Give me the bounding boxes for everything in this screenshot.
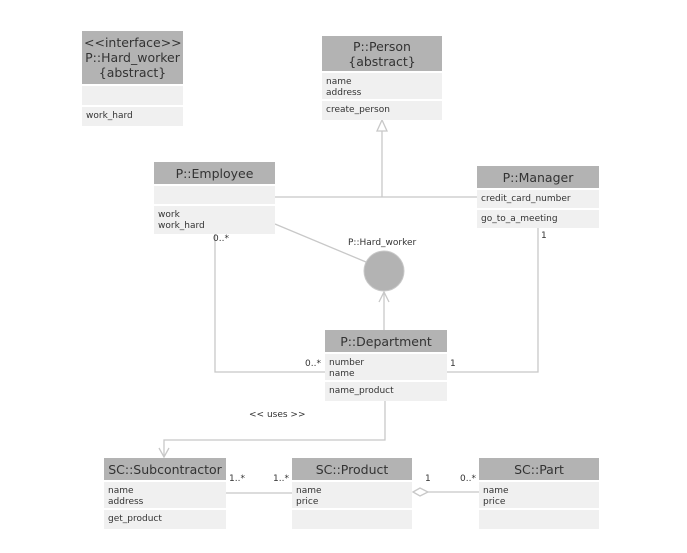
class-department[interactable]: P::Department number name name_product [325, 330, 447, 401]
class-header: SC::Subcontractor [104, 458, 226, 480]
class-modifier: {abstract} [348, 53, 416, 69]
operations-section: name_product [325, 382, 447, 401]
class-name: SC::Part [514, 461, 564, 477]
uses-stereotype-label: << uses >> [249, 410, 306, 420]
uses-dependency-line[interactable] [163, 400, 386, 457]
attribute: name [329, 369, 355, 379]
operation: go_to_a_meeting [481, 214, 558, 224]
attributes-section: name price [479, 482, 599, 508]
class-header: P::Department [325, 330, 447, 352]
class-name: P::Manager [502, 169, 574, 185]
class-manager[interactable]: P::Manager credit_card_number go_to_a_me… [477, 166, 599, 228]
operations-section: work work_hard [154, 206, 275, 234]
class-header: SC::Product [292, 458, 412, 480]
class-name: P::Department [340, 333, 432, 349]
attribute: name [483, 486, 509, 496]
operations-section: work_hard [82, 107, 183, 126]
attributes-section: number name [325, 354, 447, 380]
multiplicity-label: 1 [425, 474, 431, 484]
attributes-section: credit_card_number [477, 190, 599, 208]
multiplicity-label: 1..* [273, 474, 289, 484]
operations-section: create_person [322, 101, 442, 120]
attribute: price [483, 497, 506, 507]
operations-section: get_product [104, 510, 226, 529]
class-header: P::Manager [477, 166, 599, 188]
operation: work_hard [158, 221, 205, 231]
class-name: P::Hard_worker [85, 50, 180, 65]
class-modifier: {abstract} [98, 65, 167, 80]
multiplicity-label: 1..* [229, 474, 245, 484]
multiplicity-label: 1 [450, 359, 456, 369]
class-header: P::Person {abstract} [322, 36, 442, 71]
aggregation-diamond-icon [411, 487, 430, 497]
attributes-section [154, 186, 275, 204]
attributes-section: name price [292, 482, 412, 508]
multiplicity-label: 0..* [305, 359, 321, 369]
operation: work [158, 210, 180, 220]
attribute: name [296, 486, 322, 496]
attribute: credit_card_number [481, 194, 571, 204]
operations-section [292, 510, 412, 529]
attribute: number [329, 358, 365, 368]
interface-lollipop-icon[interactable] [363, 250, 405, 292]
class-stereotype: <<interface>> [84, 35, 182, 50]
class-subcontractor[interactable]: SC::Subcontractor name address get_produ… [104, 458, 226, 529]
class-employee[interactable]: P::Employee work work_hard [154, 162, 275, 234]
multiplicity-label: 0..* [213, 234, 229, 244]
multiplicity-label: 0..* [460, 474, 476, 484]
employee-department-association[interactable] [214, 232, 325, 373]
attribute: address [108, 497, 144, 507]
uml-class-diagram: <<interface>> P::Hard_worker {abstract} … [0, 0, 687, 553]
generalization-arrowhead-icon [375, 118, 389, 132]
class-part[interactable]: SC::Part name price [479, 458, 599, 529]
class-name: SC::Subcontractor [108, 461, 222, 477]
attributes-section: name address [104, 482, 226, 508]
class-product[interactable]: SC::Product name price [292, 458, 412, 529]
attributes-section [82, 86, 183, 105]
class-hard-worker[interactable]: <<interface>> P::Hard_worker {abstract} … [82, 31, 183, 126]
operations-section [479, 510, 599, 529]
multiplicity-label: 1 [541, 231, 547, 241]
attribute: price [296, 497, 319, 507]
class-name: SC::Product [315, 461, 389, 477]
class-person[interactable]: P::Person {abstract} name address create… [322, 36, 442, 120]
operation: name_product [329, 386, 394, 396]
operation: create_person [326, 105, 390, 115]
attribute: address [326, 88, 362, 98]
operation: get_product [108, 514, 162, 524]
class-name: P::Person [353, 38, 411, 54]
attribute: name [326, 77, 352, 87]
class-header: SC::Part [479, 458, 599, 480]
operation: work_hard [86, 111, 133, 121]
operations-section: go_to_a_meeting [477, 210, 599, 228]
manager-department-association[interactable] [447, 228, 539, 373]
attribute: name [108, 486, 134, 496]
class-name: P::Employee [175, 165, 254, 181]
class-header: <<interface>> P::Hard_worker {abstract} [82, 31, 183, 84]
class-header: P::Employee [154, 162, 275, 184]
interface-lollipop-label: P::Hard_worker [348, 238, 417, 248]
attributes-section: name address [322, 73, 442, 99]
